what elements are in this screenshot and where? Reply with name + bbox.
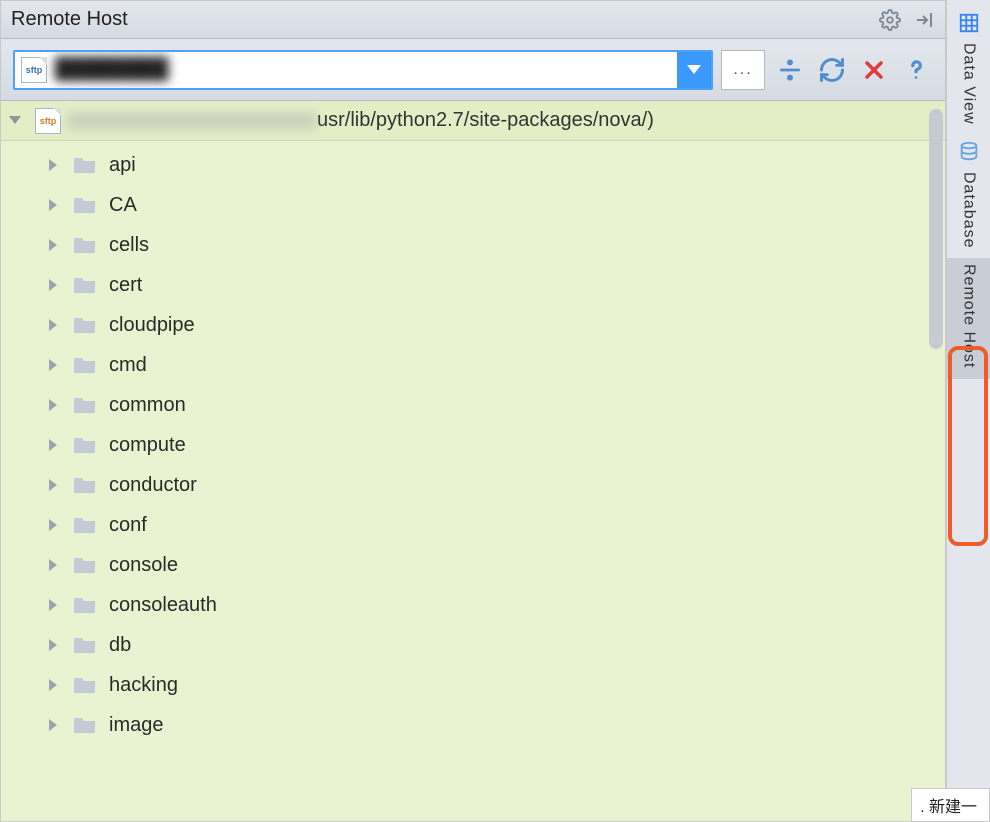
tab-label: Data View: [960, 43, 978, 125]
tab-label: Remote Host: [960, 264, 978, 368]
tree-item-label: compute: [109, 434, 186, 457]
folder-icon: [73, 715, 99, 735]
chevron-right-icon: [49, 194, 67, 217]
tree-item[interactable]: image: [1, 705, 945, 745]
root-host-blurred: [67, 112, 317, 130]
tree-root[interactable]: sftp usr/lib/python2.7/site-packages/nov…: [1, 101, 945, 141]
chevron-right-icon: [49, 514, 67, 537]
tree-item[interactable]: db: [1, 625, 945, 665]
tree-item[interactable]: consoleauth: [1, 585, 945, 625]
tree-item-label: hacking: [109, 674, 178, 697]
tree-item-label: image: [109, 714, 163, 737]
host-value: ████████: [53, 58, 677, 81]
tree-item[interactable]: cmd: [1, 345, 945, 385]
folder-icon: [73, 675, 99, 695]
tree-item-label: cmd: [109, 354, 147, 377]
tree-item[interactable]: conf: [1, 505, 945, 545]
chevron-down-icon[interactable]: [677, 52, 711, 88]
tree-item-label: cert: [109, 274, 142, 297]
side-tabs: Data View Database Remote Host: [946, 0, 990, 822]
tree-item-label: console: [109, 554, 178, 577]
chevron-right-icon: [49, 314, 67, 337]
tree-item[interactable]: console: [1, 545, 945, 585]
gear-icon[interactable]: [879, 9, 901, 31]
chevron-right-icon: [49, 434, 67, 457]
tree-item-label: cloudpipe: [109, 314, 195, 337]
chevron-right-icon: [49, 234, 67, 257]
scrollbar[interactable]: [929, 109, 943, 349]
tree-item-label: CA: [109, 194, 137, 217]
tab-database[interactable]: Database: [947, 135, 990, 259]
folder-icon: [73, 275, 99, 295]
sftp-icon: sftp: [35, 108, 61, 134]
close-icon[interactable]: [857, 58, 891, 82]
tab-label: Database: [960, 172, 978, 249]
chevron-right-icon: [49, 274, 67, 297]
tree-item-label: common: [109, 394, 186, 417]
minimize-icon[interactable]: [915, 11, 935, 29]
folder-icon: [73, 235, 99, 255]
help-icon[interactable]: [899, 57, 933, 83]
tree-item[interactable]: common: [1, 385, 945, 425]
folder-icon: [73, 355, 99, 375]
chevron-right-icon: [49, 354, 67, 377]
browse-button[interactable]: ...: [721, 50, 765, 90]
folder-icon: [73, 395, 99, 415]
folder-icon: [73, 555, 99, 575]
tree-item-label: consoleauth: [109, 594, 217, 617]
grid-icon: [958, 12, 980, 37]
tree-list: api CA cells cert cloudpipe cmd common compute c…: [1, 141, 945, 821]
database-icon: [958, 141, 980, 166]
panel-title: Remote Host: [11, 8, 879, 31]
tree-item-label: conductor: [109, 474, 197, 497]
root-path: usr/lib/python2.7/site-packages/nova/): [317, 109, 654, 132]
chevron-right-icon: [49, 594, 67, 617]
remote-host-panel: Remote Host sftp █████: [0, 0, 946, 822]
tree-area: sftp usr/lib/python2.7/site-packages/nov…: [1, 101, 945, 821]
chevron-right-icon: [49, 554, 67, 577]
refresh-icon[interactable]: [815, 56, 849, 84]
chevron-right-icon: [49, 394, 67, 417]
chevron-down-icon: [9, 109, 29, 132]
host-combobox[interactable]: sftp ████████: [13, 50, 713, 90]
tree-item[interactable]: cert: [1, 265, 945, 305]
sftp-icon: sftp: [21, 57, 47, 83]
toolbar: sftp ████████ ...: [1, 39, 945, 101]
chevron-right-icon: [49, 674, 67, 697]
folder-icon: [73, 595, 99, 615]
chevron-right-icon: [49, 154, 67, 177]
chevron-right-icon: [49, 474, 67, 497]
tree-item[interactable]: compute: [1, 425, 945, 465]
folder-icon: [73, 635, 99, 655]
tree-item-label: api: [109, 154, 136, 177]
folder-icon: [73, 155, 99, 175]
tree-item[interactable]: cells: [1, 225, 945, 265]
folder-icon: [73, 475, 99, 495]
tree-item-label: conf: [109, 514, 147, 537]
tree-item-label: db: [109, 634, 131, 657]
chevron-right-icon: [49, 714, 67, 737]
tree-item-label: cells: [109, 234, 149, 257]
folder-icon: [73, 515, 99, 535]
bottom-hint: . 新建一: [911, 788, 990, 822]
folder-icon: [73, 435, 99, 455]
tab-remote-host[interactable]: Remote Host: [947, 258, 990, 378]
tab-data-view[interactable]: Data View: [947, 6, 990, 135]
tree-item[interactable]: CA: [1, 185, 945, 225]
divide-icon[interactable]: [773, 57, 807, 83]
tree-item[interactable]: api: [1, 145, 945, 185]
folder-icon: [73, 195, 99, 215]
tree-item[interactable]: cloudpipe: [1, 305, 945, 345]
folder-icon: [73, 315, 99, 335]
chevron-right-icon: [49, 634, 67, 657]
panel-header: Remote Host: [1, 1, 945, 39]
tree-item[interactable]: hacking: [1, 665, 945, 705]
tree-item[interactable]: conductor: [1, 465, 945, 505]
